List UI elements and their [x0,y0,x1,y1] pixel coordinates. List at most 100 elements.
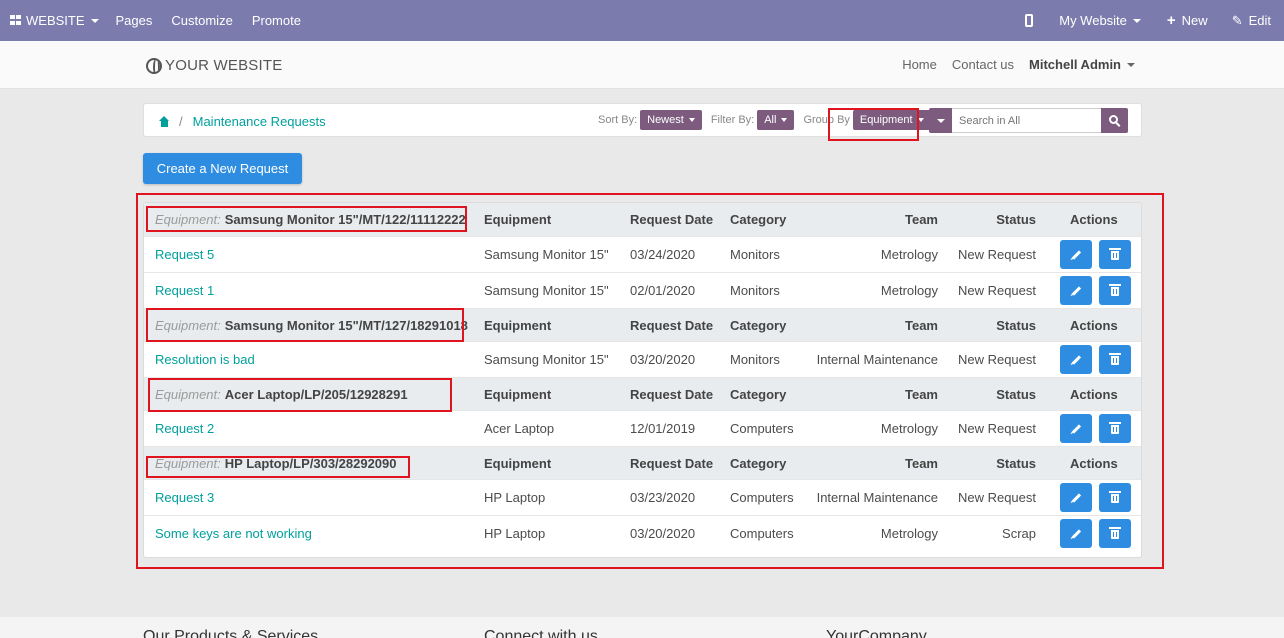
edit-request-button[interactable] [1060,483,1092,512]
create-request-button[interactable]: Create a New Request [143,153,302,184]
request-equipment-text: Samsung Monitor 15" [484,352,609,367]
request-date: 12/01/2019 [630,411,695,446]
request-date-text: 03/23/2020 [630,490,696,505]
request-team-text: Metrology [880,526,938,541]
request-name: Request 3 [155,480,214,515]
group-equipment-name: Acer Laptop/LP/205/12928291 [224,386,408,402]
request-status: New Request [958,411,1036,446]
request-name: Request 1 [155,273,214,308]
request-equipment: Samsung Monitor 15" [484,342,609,377]
logo-text: YOUR WEBSITE [165,57,283,74]
my-website-label: My Website [1059,13,1127,28]
globe-icon [146,57,162,74]
user-name: Mitchell Admin [1029,57,1121,72]
request-name-text[interactable]: Request 2 [155,421,214,436]
column-header-status-text: Status [996,386,1036,402]
request-equipment: Acer Laptop [484,411,554,446]
pages-menu[interactable]: Pages [116,0,153,41]
footer-heading-connect: Connect with us [484,628,598,638]
group-name: Equipment: Samsung Monitor 15"/MT/122/111… [155,203,466,236]
request-status-text: New Request [957,352,1036,367]
group-prefix: Equipment: [155,317,221,333]
request-status-text: New Request [957,247,1036,262]
column-header-equipment: Equipment [484,378,551,410]
group-dropdown[interactable]: Equipment [852,110,931,130]
request-team-text: Metrology [880,421,938,436]
edit-request-button[interactable] [1060,345,1092,374]
promote-menu[interactable]: Promote [252,0,301,41]
column-header-equipment-text: Equipment [484,455,552,471]
filters-bar: Sort By: Newest Filter By: All Group By … [598,110,940,130]
column-header-status: Status [996,309,1036,341]
nav-contact-us[interactable]: Contact us [952,57,1014,72]
group-name: Equipment: HP Laptop/LP/303/28292090 [155,447,397,479]
group-equipment-name: HP Laptop/LP/303/28292090 [224,455,397,471]
site-logo[interactable]: YOUR WEBSITE [146,57,282,74]
delete-request-button[interactable] [1099,345,1131,374]
mobile-preview-button[interactable] [1025,0,1034,41]
request-status-text: New Request [957,421,1036,436]
request-name-text[interactable]: Some keys are not working [155,526,312,541]
nav-home[interactable]: Home [902,57,937,72]
request-status: New Request [958,480,1036,515]
search-options-dropdown[interactable] [929,108,952,133]
customize-menu[interactable]: Customize [171,0,232,41]
search-input[interactable] [952,108,1101,133]
footer-heading-company: YourCompany [826,628,927,638]
edit-button[interactable]: ✎ Edit [1232,0,1271,41]
column-header-actions: Actions [1070,203,1118,236]
breadcrumb-current[interactable]: Maintenance Requests [193,114,326,129]
group-header-row: Equipment: Samsung Monitor 15"/MT/122/111… [144,203,1141,236]
table-row: Request 2 Acer Laptop 12/01/2019 Computers M… [144,410,1141,446]
group-name: Equipment: Samsung Monitor 15"/MT/127/182… [155,309,468,341]
home-icon[interactable] [158,116,171,127]
request-name-text[interactable]: Request 1 [155,283,214,298]
request-category: Monitors [730,342,780,377]
request-status: New Request [958,237,1036,272]
column-header-actions-text: Actions [1070,212,1118,227]
column-header-status-text: Status [996,455,1036,471]
filter-value: All [764,114,777,126]
request-category: Computers [730,411,794,446]
my-website-menu[interactable]: My Website [1059,0,1141,41]
delete-request-button[interactable] [1099,240,1131,269]
request-team: Internal Maintenance [817,342,938,377]
edit-request-button[interactable] [1060,276,1092,305]
request-name-text[interactable]: Request 5 [155,247,214,262]
delete-request-button[interactable] [1099,519,1131,548]
request-category: Computers [730,516,794,551]
portal-toolbar: / Maintenance Requests Sort By: Newest F… [143,103,1142,137]
column-header-actions-text: Actions [1070,386,1118,402]
edit-request-button[interactable] [1060,414,1092,443]
column-header-actions-text: Actions [1070,317,1118,333]
website-menu[interactable]: WEBSITE [10,0,99,41]
column-header-actions: Actions [1070,447,1118,479]
plus-icon: + [1166,12,1176,29]
chevron-down-icon [1132,18,1141,23]
row-actions [1060,342,1138,377]
request-name-text[interactable]: Resolution is bad [155,352,255,367]
requests-table: Equipment: Samsung Monitor 15"/MT/122/111… [143,202,1142,558]
edit-request-button[interactable] [1060,240,1092,269]
delete-request-button[interactable] [1099,483,1131,512]
user-menu[interactable]: Mitchell Admin [1029,57,1135,72]
column-header-team-text: Team [905,212,938,227]
trash-icon [1109,248,1121,260]
column-header-status: Status [996,378,1036,410]
group-equipment-name: Samsung Monitor 15"/MT/127/18291018 [224,317,468,333]
pencil-icon [1071,354,1081,365]
filter-dropdown[interactable]: All [757,110,795,130]
request-category-text: Computers [730,490,794,505]
edit-request-button[interactable] [1060,519,1092,548]
search-bar [929,108,1128,133]
delete-request-button[interactable] [1099,414,1131,443]
request-team-text: Metrology [880,247,938,262]
request-name-text[interactable]: Request 3 [155,490,214,505]
delete-request-button[interactable] [1099,276,1131,305]
request-equipment-text: HP Laptop [484,490,546,505]
new-button[interactable]: + New [1167,0,1208,41]
request-date: 02/01/2020 [630,273,695,308]
search-button[interactable] [1101,108,1128,133]
sort-dropdown[interactable]: Newest [640,110,702,130]
request-date-text: 12/01/2019 [630,421,696,436]
